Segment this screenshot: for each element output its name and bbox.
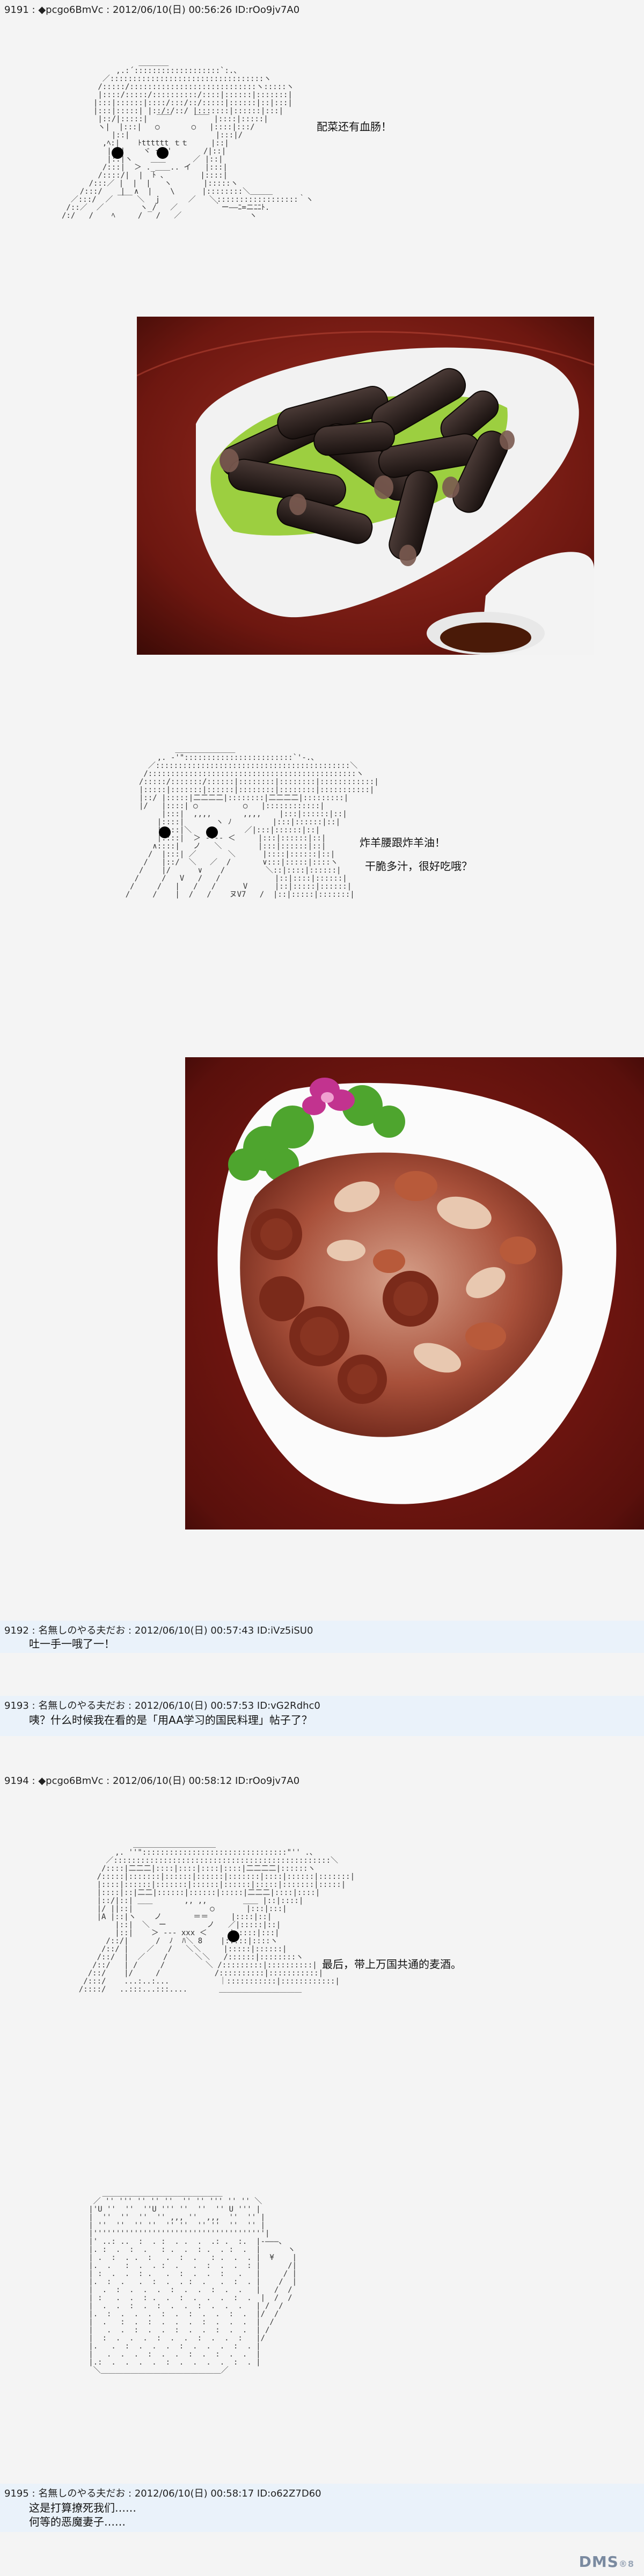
post-header: 9193 : 名無しのやる夫だお : 2012/06/10(日) 00:57:5… <box>4 1700 320 1711</box>
post-body-line: 吐一手一哦了一！ <box>29 1637 115 1650</box>
post-9191: 9191 : ◆pcgo6BmVc : 2012/06/10(日) 00:56:… <box>0 0 644 730</box>
post-header: 9192 : 名無しのやる夫だお : 2012/06/10(日) 00:57:4… <box>4 1625 313 1636</box>
site-watermark: DMS®8 <box>579 2553 634 2571</box>
photo-fried-lamb-svg <box>185 1057 644 1529</box>
post-9191-part2: ＿＿＿＿＿＿＿＿ ,. ‐'"::::::::::::::::::::::::`… <box>0 730 644 1615</box>
eye-right <box>206 826 218 838</box>
eye-right <box>157 147 169 159</box>
photo-fried-lamb <box>185 1057 644 1529</box>
ascii-art-character-2: ＿＿＿＿＿＿＿＿ ,. ‐'"::::::::::::::::::::::::`… <box>125 745 379 899</box>
dialog-juicy: 干脆多汁，很好吃哦？ <box>365 860 472 873</box>
eye-left <box>159 826 171 838</box>
post-9194: 9194 : ◆pcgo6BmVc : 2012/06/10(日) 00:58:… <box>0 1771 644 2479</box>
watermark-sub: ®8 <box>618 2559 634 2569</box>
post-header: 9191 : ◆pcgo6BmVc : 2012/06/10(日) 00:56:… <box>4 4 300 16</box>
post-9195: 9195 : 名無しのやる夫だお : 2012/06/10(日) 00:58:1… <box>0 2484 644 2532</box>
eye-left <box>112 147 123 159</box>
ascii-art-beer-mug: ＿＿＿＿＿＿＿＿＿＿＿＿＿＿＿＿ ／ '' ''' '' '' '' '' ''… <box>89 2189 297 2375</box>
post-body-line: 咦？什么时候我在看的是「用AA学习的国民料理」帖子了？ <box>29 1714 312 1726</box>
dialog-fried-lamb: 炸羊腰跟炸羊油！ <box>360 836 445 849</box>
ascii-art-character-1: ＿＿＿＿ ,.:´:::::::::::::::::::`:.、 ／::::::… <box>62 58 313 220</box>
ascii-art-character-3: ＿＿＿＿＿＿＿＿＿＿＿ ,. ''"::::::::::::::::::::::… <box>78 1840 355 1994</box>
dialog-blood-sausage: 配菜还有血肠！ <box>317 120 392 133</box>
photo-blood-sausage-svg <box>137 317 594 655</box>
post-header: 9194 : ◆pcgo6BmVc : 2012/06/10(日) 00:58:… <box>4 1775 300 1787</box>
post-9193: 9193 : 名無しのやる夫だお : 2012/06/10(日) 00:57:5… <box>0 1696 644 1736</box>
watermark-main: DMS <box>579 2553 619 2571</box>
eye-right <box>228 1930 239 1942</box>
dialog-beer: 最后，带上万国共通的麦酒。 <box>322 1958 462 1971</box>
post-9192: 9192 : 名無しのやる夫だお : 2012/06/10(日) 00:57:4… <box>0 1621 644 1653</box>
post-body-line: 何等的恶魔妻子…… <box>29 2515 126 2528</box>
post-header: 9195 : 名無しのやる夫だお : 2012/06/10(日) 00:58:1… <box>4 2488 321 2499</box>
post-body-line: 这是打算撩死我们…… <box>29 2501 136 2514</box>
photo-blood-sausage <box>137 317 594 655</box>
